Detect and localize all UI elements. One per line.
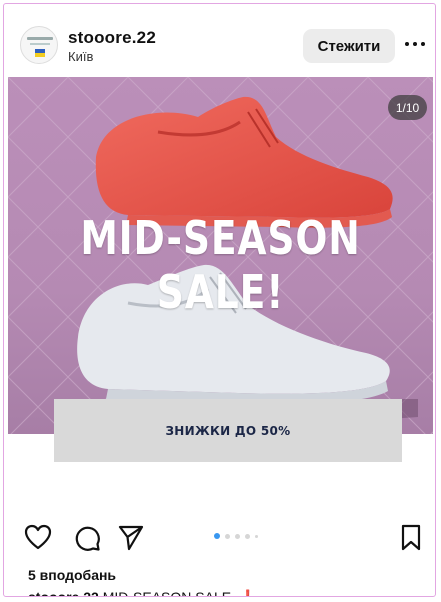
location[interactable]: Київ — [68, 49, 93, 64]
carousel-dots — [214, 533, 258, 539]
caption-text: MID-SEASON SALE — [102, 589, 232, 597]
bookmark-icon[interactable] — [400, 524, 422, 552]
avatar[interactable] — [20, 26, 58, 64]
carousel-dot-active — [214, 533, 220, 539]
avatar-logo-text — [27, 37, 53, 40]
avatar-logo-subtext — [30, 43, 50, 45]
more-dots-icon[interactable] — [405, 40, 425, 48]
headline-line-1: MID-SEASON — [80, 211, 361, 265]
exclamation-emoji: ❗ — [238, 589, 257, 597]
username[interactable]: stooore.22 — [68, 28, 156, 48]
follow-button[interactable]: Стежити — [303, 29, 395, 63]
carousel-dot — [255, 534, 258, 538]
slide-counter: 1/10 — [388, 95, 427, 120]
send-icon[interactable] — [117, 524, 145, 552]
post-header: stooore.22 Київ Стежити — [4, 4, 435, 76]
likes-count[interactable]: 5 вподобань — [28, 567, 116, 583]
avatar-flag-yellow — [35, 53, 45, 57]
sale-headline: MID-SEASON SALE! — [46, 211, 395, 319]
action-bar — [4, 524, 435, 560]
more-dot — [421, 42, 425, 46]
carousel-dot — [225, 533, 230, 539]
post-caption: stooore.22 MID-SEASON SALE ❗ — [28, 589, 257, 597]
heart-icon[interactable] — [24, 524, 52, 550]
more-dot — [413, 42, 417, 46]
instagram-post: stooore.22 Київ Стежити 1/10 MID-SEASON … — [3, 3, 436, 597]
more-dot — [405, 42, 409, 46]
discount-banner: ЗНИЖКИ ДО 50% — [54, 399, 402, 462]
carousel-dot — [245, 533, 250, 539]
carousel-dot — [235, 533, 240, 539]
caption-username[interactable]: stooore.22 — [28, 589, 99, 596]
comment-icon[interactable] — [73, 524, 101, 552]
headline-line-2: SALE! — [156, 265, 285, 319]
